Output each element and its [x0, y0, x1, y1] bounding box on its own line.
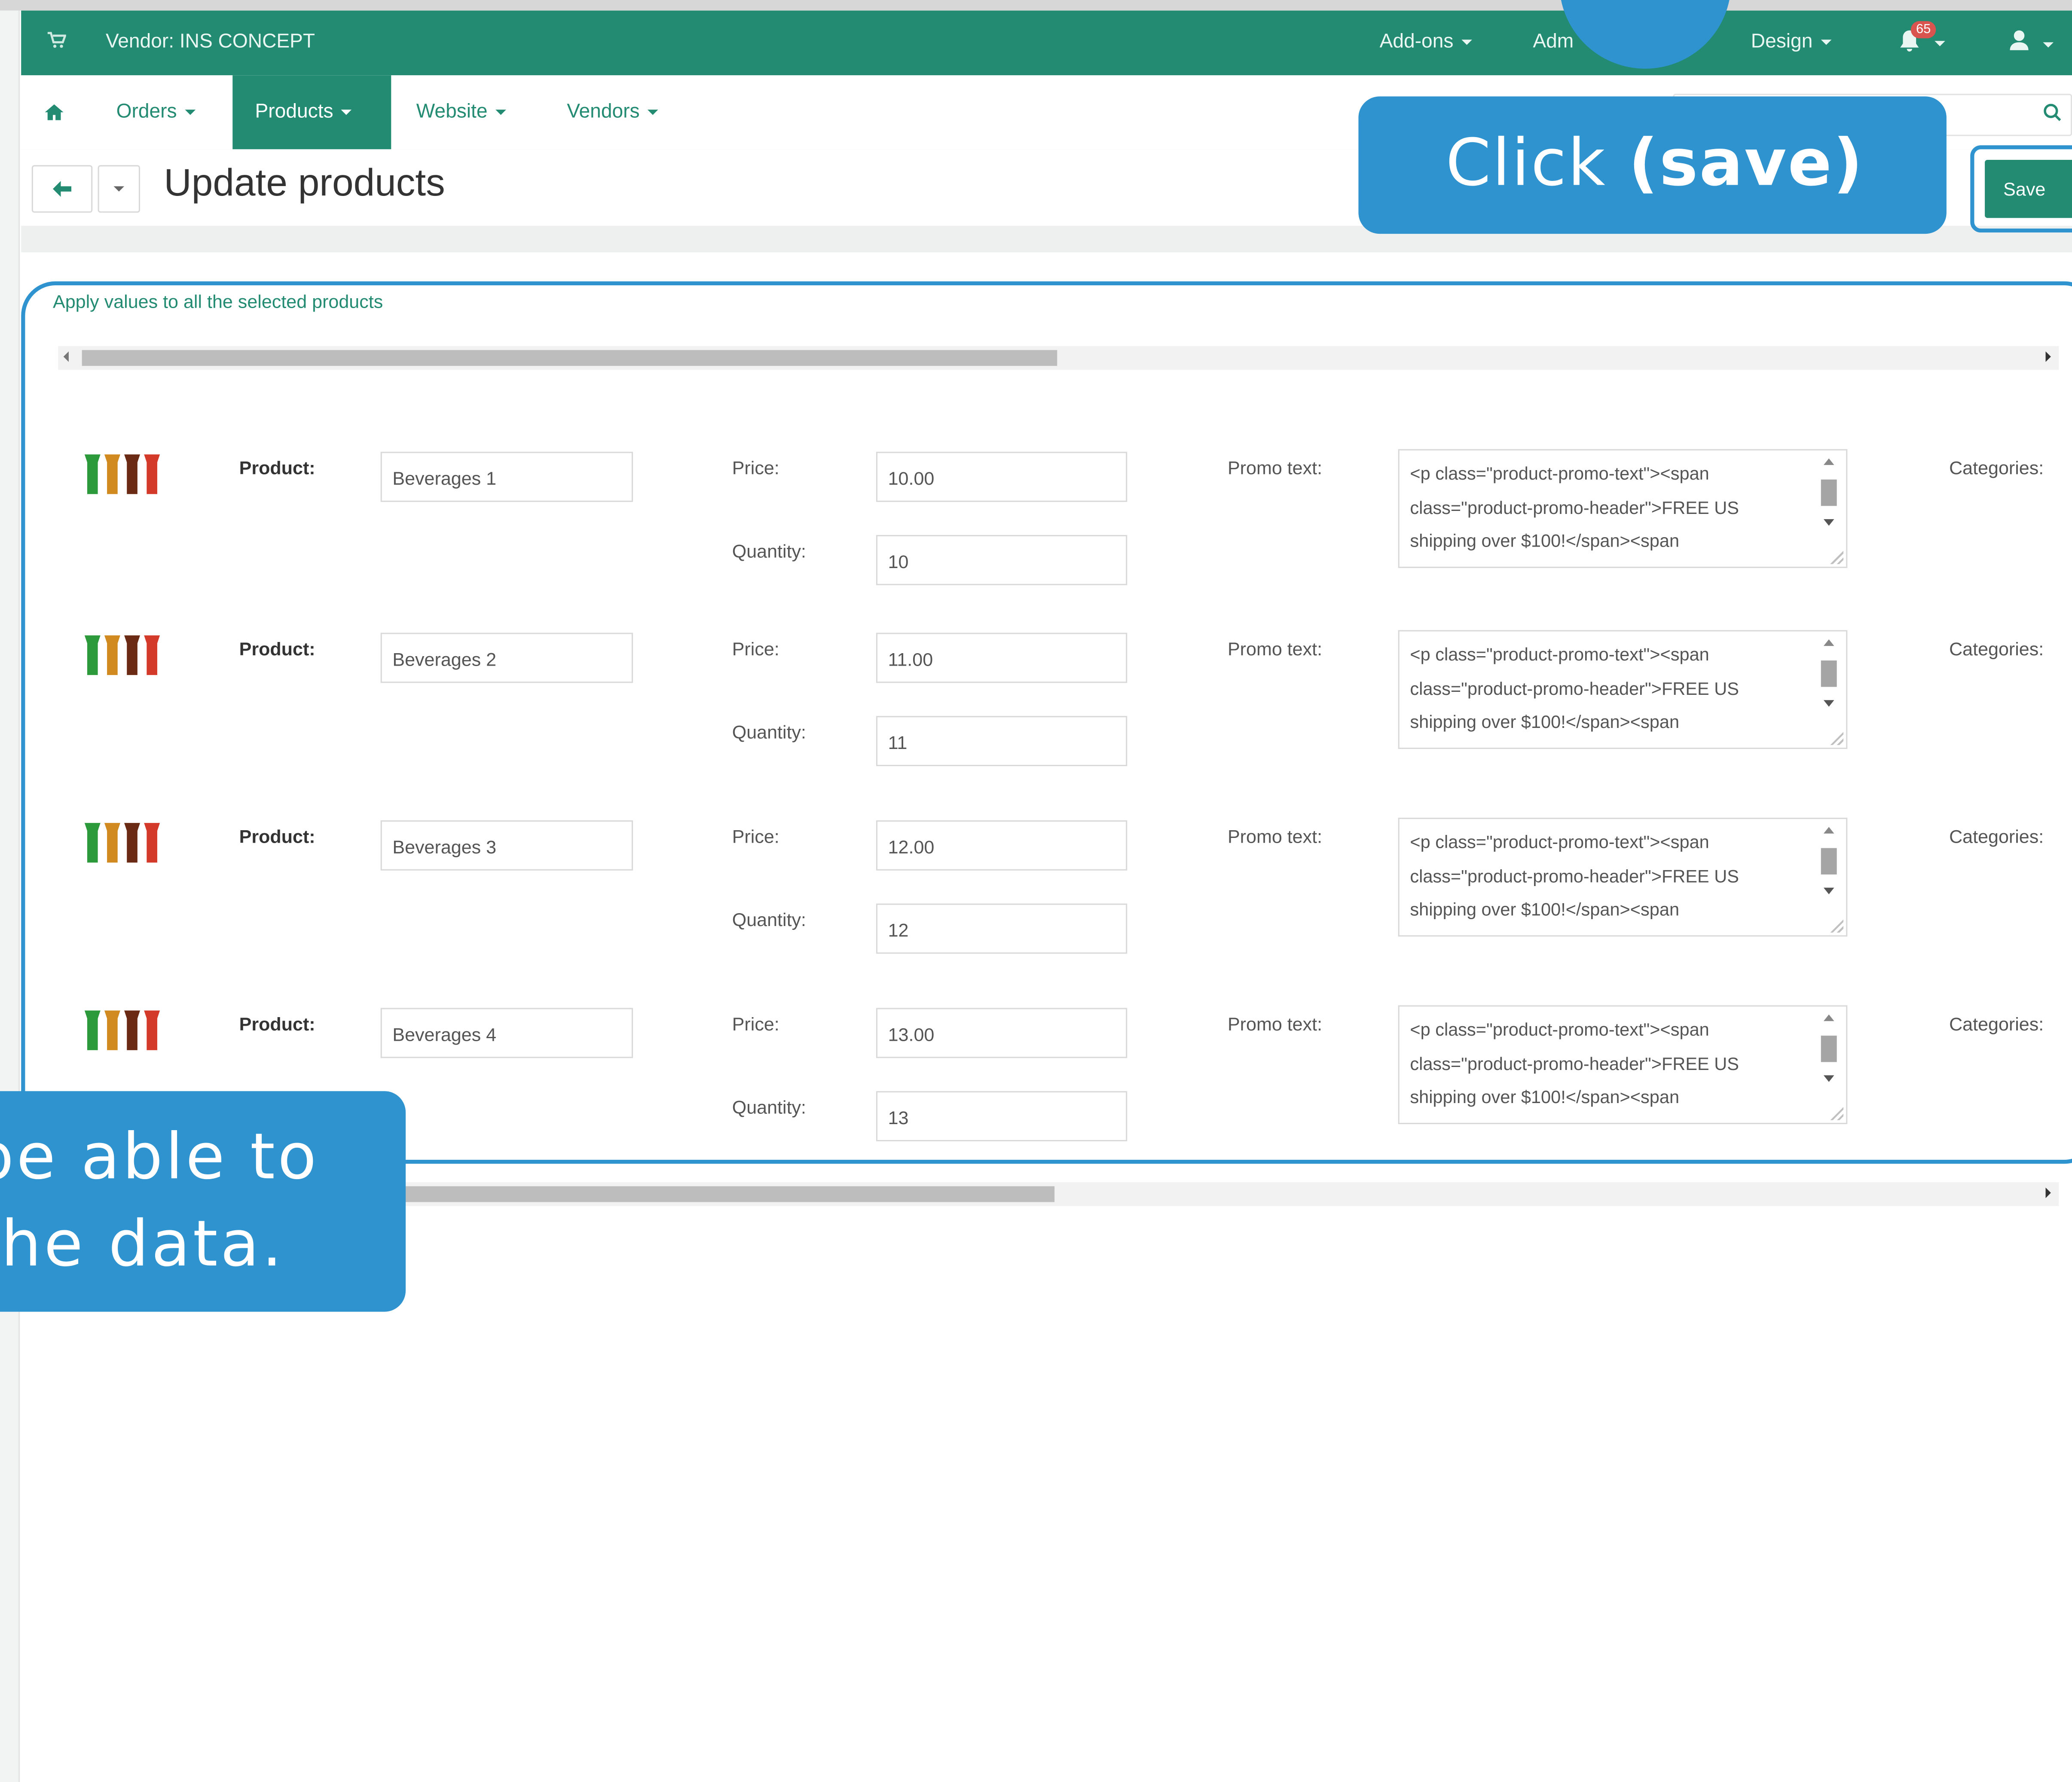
home-icon[interactable]	[45, 75, 64, 149]
save-callout: Click (save)	[1358, 96, 1947, 234]
save-callout-prefix: Click	[1446, 125, 1629, 201]
scroll-thumb[interactable]	[404, 1186, 1055, 1202]
instruction-line-1: be able to	[0, 1120, 319, 1194]
nav-products-label: Products	[255, 100, 333, 123]
nav-website[interactable]: Website	[416, 75, 506, 149]
arrow-left-icon	[53, 180, 72, 197]
administration-menu[interactable]: Adm	[1533, 31, 1574, 53]
nav-vendors[interactable]: Vendors	[567, 75, 658, 149]
chevron-down-icon	[341, 110, 352, 115]
chevron-down-icon	[2043, 42, 2054, 48]
search-icon[interactable]	[2043, 103, 2061, 127]
save-callout-bold: (save)	[1628, 125, 1864, 201]
nav-orders[interactable]: Orders	[116, 75, 196, 149]
nav-vendors-label: Vendors	[567, 100, 640, 123]
page-title: Update products	[164, 162, 445, 205]
history-dropdown-button[interactable]	[98, 165, 140, 213]
scroll-right-icon[interactable]	[2045, 1187, 2051, 1198]
browser-top-strip	[0, 0, 2072, 11]
chevron-down-icon	[648, 110, 658, 115]
save-callout-text: Click (save)	[1446, 125, 1864, 201]
instruction-callout: be able to the data.	[0, 1091, 406, 1312]
save-button[interactable]: Save	[1985, 159, 2072, 218]
chevron-down-icon	[113, 186, 125, 192]
save-highlight: Save	[1970, 145, 2072, 233]
notification-badge: 65	[1910, 21, 1936, 39]
design-menu[interactable]: Design	[1751, 31, 1831, 53]
left-rail	[0, 10, 20, 1782]
design-label: Design	[1751, 30, 1813, 53]
chevron-down-icon	[1934, 41, 1945, 46]
chevron-down-icon	[1461, 40, 1472, 45]
addons-menu[interactable]: Add-ons	[1380, 31, 1472, 53]
user-menu[interactable]	[2008, 29, 2054, 55]
nav-products[interactable]: Products	[232, 75, 391, 150]
addons-label: Add-ons	[1379, 30, 1454, 53]
horizontal-scrollbar-bottom[interactable]	[404, 1182, 2059, 1206]
instruction-line-2: the data.	[0, 1207, 285, 1281]
top-bar: Vendor: INS CONCEPT Add-ons Adm Design 6…	[21, 10, 2072, 76]
notifications-bell[interactable]: 65	[1895, 21, 1945, 58]
cart-icon[interactable]	[47, 32, 67, 54]
screenshot-stage: Vendor: INS CONCEPT Add-ons Adm Design 6…	[0, 0, 2072, 1782]
chevron-down-icon	[495, 110, 506, 115]
nav-website-label: Website	[416, 100, 488, 123]
vendor-name[interactable]: Vendor: INS CONCEPT	[106, 31, 315, 53]
back-button[interactable]	[31, 165, 93, 213]
nav-orders-label: Orders	[116, 100, 177, 123]
chevron-down-icon	[185, 110, 196, 115]
edit-area-highlight	[21, 281, 2072, 1164]
user-icon	[2010, 30, 2029, 50]
chevron-down-icon	[1820, 40, 1831, 45]
